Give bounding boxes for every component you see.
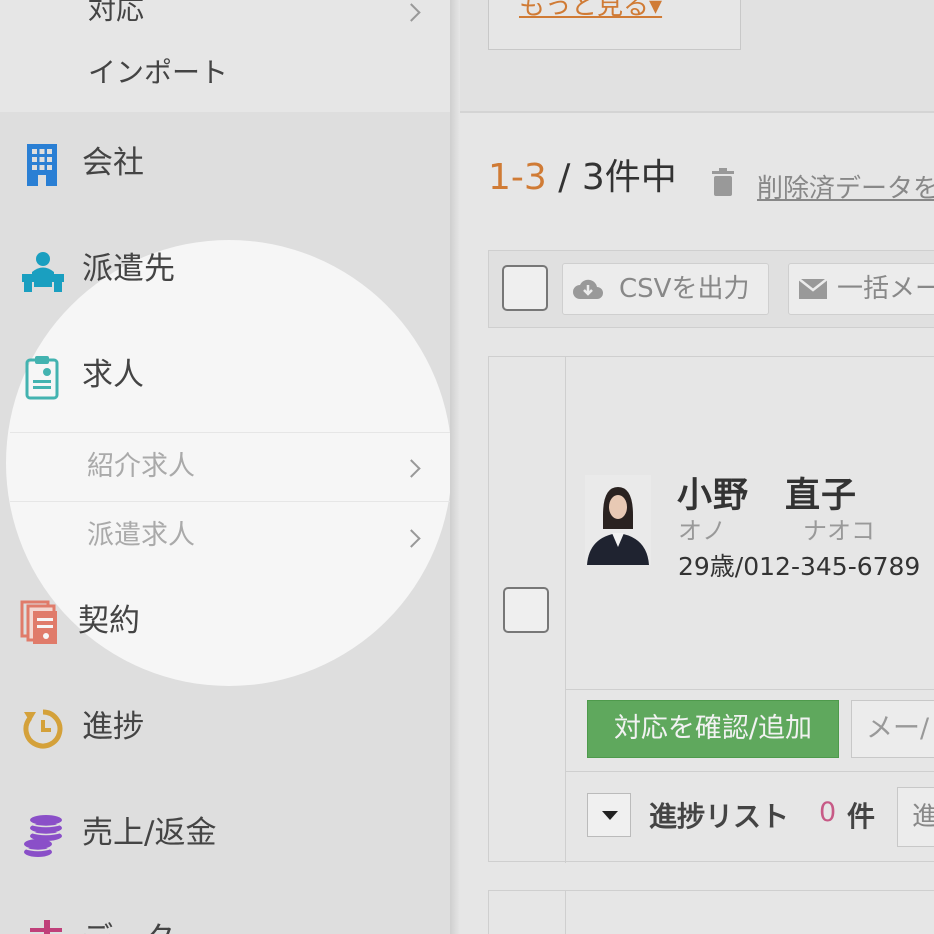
sidebar-item-company[interactable]: 会社 [0,140,450,190]
sidebar-item-label: 契約 [78,603,140,639]
sidebar-shadow [450,0,460,934]
mail-button[interactable]: メー/ [851,700,934,758]
sidebar-subitem-label: 派遣求人 [87,520,195,551]
csv-export-button[interactable]: CSVを出力 [562,263,769,315]
coin-stack-icon [23,815,63,857]
deleted-data-link[interactable]: 削除済データを [757,168,934,205]
chart-icon [30,920,62,934]
candidate-kana-last: オノ [678,517,726,545]
csv-export-label: CSVを出力 [619,274,750,304]
sidebar-item-label: 求人 [82,357,144,393]
divider [566,689,934,690]
progress-list-unit: 件 [847,800,876,833]
bulk-toolbar: CSVを出力 一括メー [488,250,934,328]
sidebar-item-sales-refund[interactable]: 売上/返金 [0,810,450,860]
sidebar-item-progress[interactable]: 進捗 [0,704,450,754]
show-more-link[interactable]: もっと見る▾ [519,0,662,22]
chevron-right-icon [402,3,421,22]
clock-refresh-icon [23,709,63,749]
divider [10,501,450,502]
bulk-mail-button[interactable]: 一括メー [788,263,934,315]
candidate-card [488,890,934,934]
sidebar-subitem-taiou[interactable]: 対応 [0,0,450,30]
sidebar-item-jobs[interactable]: 求人 [0,352,450,402]
top-panel: もっと見る▾ [450,0,934,113]
progress-add-button[interactable]: 進 [897,787,934,847]
divider [566,771,934,772]
select-all-checkbox[interactable] [502,265,548,311]
sidebar-item-dispatch-destination[interactable]: 派遣先 [0,246,450,296]
row-checkbox[interactable] [503,587,549,633]
confirm-add-action-button[interactable]: 対応を確認/追加 [587,700,839,758]
building-icon [27,144,57,186]
sidebar-item-label: データ [82,924,175,934]
main-content: もっと見る▾ 1-3 / 3件中 削除済データを CSVを出力 一括メー 小野 … [450,0,934,934]
sidebar-subitem-label: 紹介求人 [87,451,195,482]
candidate-age-phone: 29歳/012-345-6789 [678,552,921,581]
avatar [585,475,651,565]
progress-list-count: 0 [819,797,837,828]
person-photo [585,475,651,565]
result-count: 1-3 / 3件中 [488,160,677,196]
cloud-download-icon [573,279,603,299]
chevron-right-icon [402,459,421,478]
sidebar-item-data[interactable]: データ [0,912,450,934]
divider [565,891,566,934]
divider [10,432,450,433]
desk-person-icon [22,252,64,292]
envelope-icon [799,279,827,299]
sidebar-item-label: 進捗 [82,709,144,745]
clipboard-icon [25,356,59,400]
bulk-mail-label: 一括メー [837,274,934,304]
trash-icon [712,168,734,196]
more-box: もっと見る▾ [488,0,741,50]
sidebar-subitem-dispatch-jobs[interactable]: 派遣求人 [0,508,450,564]
chevron-right-icon [402,529,421,548]
result-range: 1-3 [488,157,547,198]
sidebar-subitem-label: インポート [88,56,229,89]
sidebar-subitem-label: 対応 [88,0,145,26]
result-total: / 3件中 [546,157,677,198]
sidebar-item-contracts[interactable]: 契約 [0,598,450,648]
candidate-card: 小野 直子 オノ ナオコ 29歳/012-345-6789 対応を確認/追加 メ… [488,356,934,863]
progress-list-label: 進捗リスト [649,800,790,833]
sidebar-subitem-import[interactable]: インポート [0,55,450,100]
documents-icon [20,600,57,644]
sidebar-item-label: 売上/返金 [82,815,217,851]
sidebar: 対応 インポート 会社 派遣先 求人 紹介求人 派遣求人 契約 進捗 売上/返金 [0,0,450,934]
sidebar-item-label: 会社 [82,145,144,181]
sidebar-item-label: 派遣先 [82,251,175,287]
progress-list-toggle[interactable] [587,793,631,837]
sidebar-subitem-referral-jobs[interactable]: 紹介求人 [0,440,450,496]
divider [565,357,566,863]
candidate-kana-first: ナオコ [803,517,875,545]
